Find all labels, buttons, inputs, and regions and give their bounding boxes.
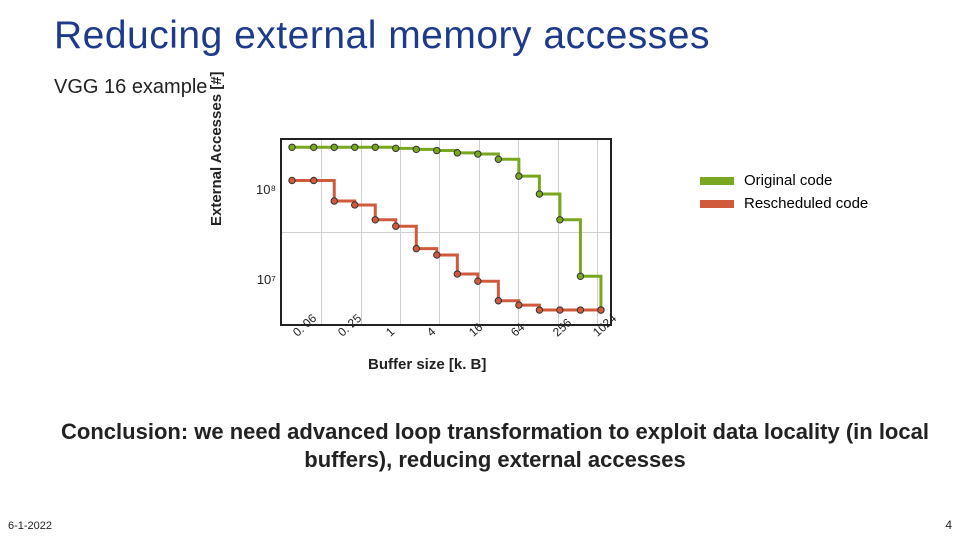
data-point — [311, 177, 317, 183]
legend-swatch-icon — [700, 177, 734, 185]
data-point — [536, 307, 542, 313]
chart: External Accesses [#] Buffer size [k. B]… — [218, 130, 686, 376]
data-point — [557, 307, 563, 313]
legend-item-original: Original code — [700, 172, 868, 189]
data-point — [454, 271, 460, 277]
legend-label: Original code — [744, 172, 832, 189]
date-footer: 6-1-2022 — [8, 520, 52, 532]
data-point — [577, 273, 583, 279]
legend-item-rescheduled: Rescheduled code — [700, 195, 868, 212]
data-point — [331, 144, 337, 150]
legend-swatch-icon — [700, 200, 734, 208]
y-tick-1e8: 10⁸ — [246, 182, 276, 197]
data-point — [475, 278, 481, 284]
data-point — [495, 298, 501, 304]
data-point — [557, 217, 563, 223]
x-axis-label: Buffer size [k. B] — [368, 356, 486, 373]
legend-label: Rescheduled code — [744, 195, 868, 212]
data-point — [352, 202, 358, 208]
slide: Reducing external memory accesses VGG 16… — [0, 0, 960, 540]
data-point — [516, 302, 522, 308]
data-point — [289, 177, 295, 183]
series-line — [292, 181, 601, 311]
plot-svg — [280, 138, 608, 322]
data-point — [598, 307, 604, 313]
subtitle: VGG 16 example — [54, 76, 207, 99]
data-point — [372, 144, 378, 150]
page-title: Reducing external memory accesses — [54, 14, 710, 58]
legend: Original code Rescheduled code — [700, 172, 868, 218]
x-tick: 4 — [424, 325, 438, 340]
data-point — [393, 223, 399, 229]
page-number: 4 — [945, 518, 952, 532]
y-tick-1e7: 10⁷ — [246, 272, 276, 287]
series-line — [292, 147, 601, 310]
data-point — [495, 156, 501, 162]
data-point — [413, 245, 419, 251]
data-point — [393, 145, 399, 151]
data-point — [454, 150, 460, 156]
x-tick: 1 — [383, 325, 397, 340]
data-point — [577, 307, 583, 313]
data-point — [331, 198, 337, 204]
data-point — [434, 252, 440, 258]
conclusion-text: Conclusion: we need advanced loop transf… — [60, 418, 930, 473]
data-point — [434, 147, 440, 153]
data-point — [413, 146, 419, 152]
data-point — [372, 217, 378, 223]
data-point — [352, 144, 358, 150]
data-point — [536, 191, 542, 197]
data-point — [289, 144, 295, 150]
data-point — [311, 144, 317, 150]
data-point — [475, 151, 481, 157]
data-point — [516, 173, 522, 179]
y-axis-label: External Accesses [#] — [208, 71, 225, 226]
